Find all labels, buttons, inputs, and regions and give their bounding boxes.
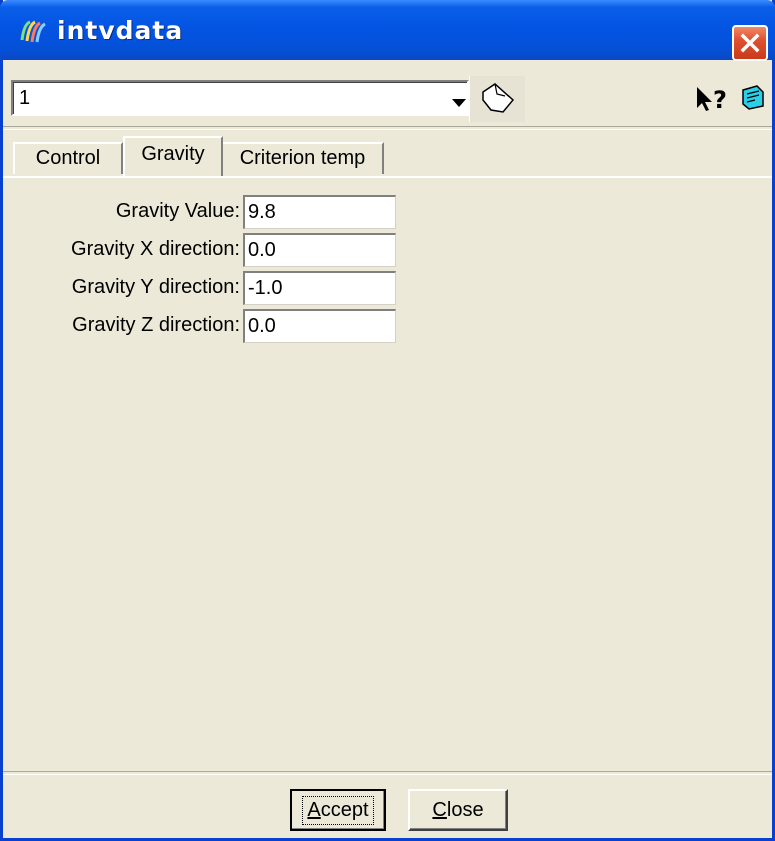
field-row: Gravity Value: <box>3 195 423 229</box>
svg-text:?: ? <box>713 86 727 114</box>
close-mnemonic: C <box>432 798 447 821</box>
tab-panel-edge <box>3 176 772 178</box>
tab-gravity[interactable]: Gravity <box>123 136 223 176</box>
button-bar-divider <box>3 771 772 775</box>
notes-icon[interactable] <box>737 82 767 112</box>
accept-button[interactable]: Accept <box>290 789 386 831</box>
hand-pointer-icon[interactable] <box>475 78 519 118</box>
close-window-button[interactable] <box>732 25 768 61</box>
tab-strip: Control Gravity Criterion temp <box>3 128 772 176</box>
gravity-value-label: Gravity Value: <box>115 200 240 222</box>
close-icon <box>740 33 760 53</box>
accept-mnemonic: A <box>307 798 321 821</box>
gravity-y-label: Gravity Y direction: <box>71 276 240 298</box>
tab-control[interactable]: Control <box>13 142 123 174</box>
gravity-z-label: Gravity Z direction: <box>72 314 240 336</box>
tab-criterion-temp[interactable]: Criterion temp <box>221 142 384 174</box>
close-button-label: Close <box>432 799 483 822</box>
dropdown-arrow-icon[interactable] <box>449 96 469 110</box>
record-select-combo[interactable]: 1 <box>11 80 469 116</box>
window-title: intvdata <box>57 16 184 45</box>
title-bar[interactable]: intvdata <box>0 0 775 61</box>
accept-button-label: Accept <box>302 795 374 825</box>
toolbar: 1 ? <box>3 60 772 124</box>
field-row: Gravity X direction: <box>3 233 423 267</box>
gravity-z-input[interactable] <box>243 309 396 343</box>
gravity-value-input[interactable] <box>243 195 396 229</box>
gravity-x-input[interactable] <box>243 233 396 267</box>
gravity-x-label: Gravity X direction: <box>71 238 240 260</box>
accept-rest: ccept <box>320 798 369 821</box>
close-button[interactable]: Close <box>408 789 508 831</box>
combo-value: 1 <box>19 87 31 109</box>
field-row: Gravity Z direction: <box>3 309 423 343</box>
intvdata-window: intvdata 1 ? Control Gravity Criterion t… <box>0 0 775 841</box>
field-row: Gravity Y direction: <box>3 271 423 305</box>
gravity-y-input[interactable] <box>243 271 396 305</box>
app-icon <box>20 20 46 43</box>
context-help-icon[interactable]: ? <box>693 84 735 114</box>
close-rest: lose <box>446 798 484 821</box>
